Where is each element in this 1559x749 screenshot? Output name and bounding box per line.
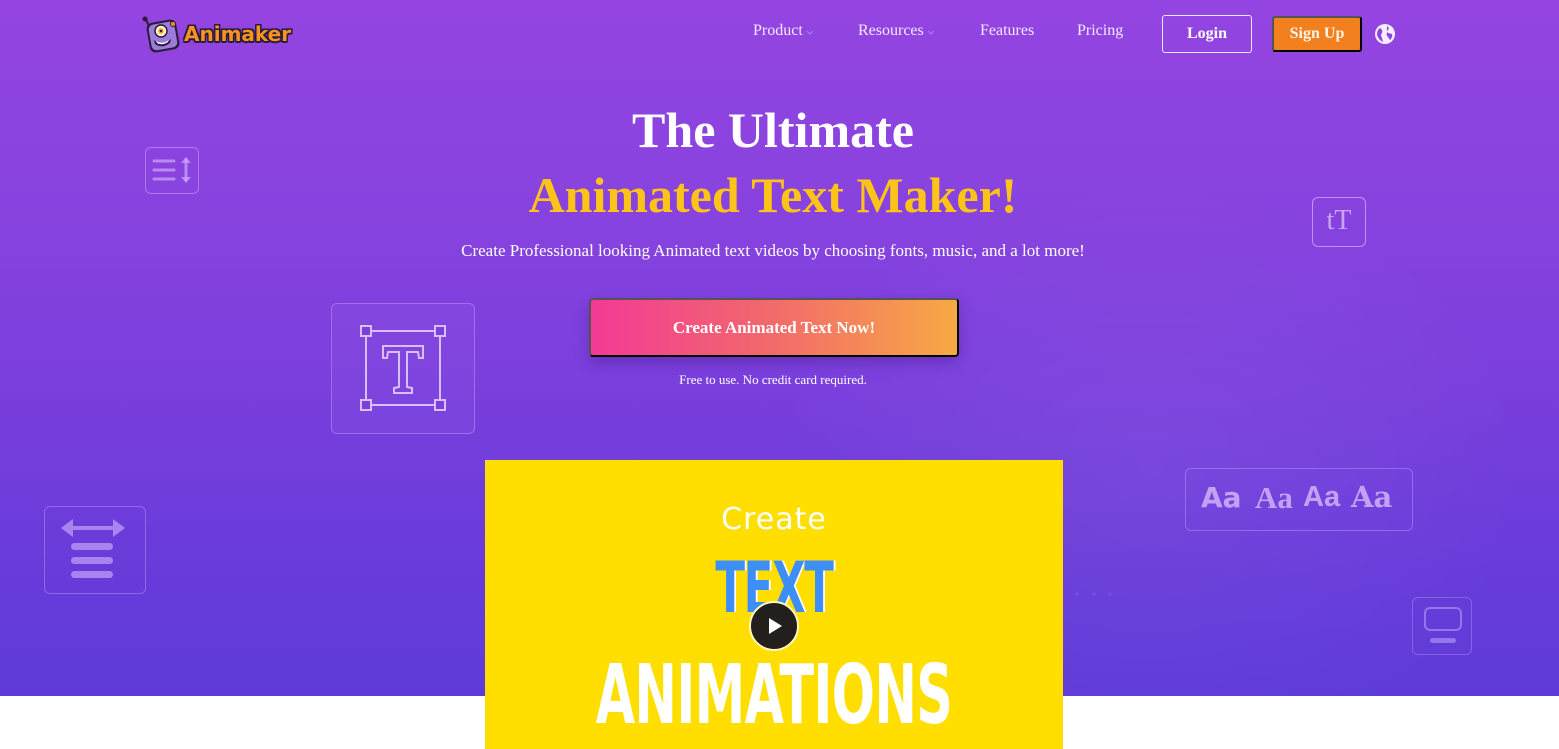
nav-features-label: Features bbox=[980, 22, 1035, 39]
play-button[interactable] bbox=[749, 601, 799, 651]
nav-resources-label: Resources bbox=[858, 22, 924, 39]
create-animated-text-button[interactable]: Create Animated Text Now! bbox=[589, 298, 959, 357]
login-button[interactable]: Login bbox=[1162, 15, 1252, 53]
video-preview[interactable]: Create TEXT ANIMATIONS bbox=[485, 460, 1063, 749]
line-spacing-icon bbox=[152, 157, 191, 183]
logo-text: Animaker bbox=[184, 22, 292, 46]
chevron-down-icon bbox=[927, 30, 935, 35]
text-width-deco bbox=[44, 506, 146, 594]
nav-product-label: Product bbox=[753, 22, 803, 39]
video-line-create: Create bbox=[721, 502, 827, 537]
nav-pricing[interactable]: Pricing bbox=[1077, 22, 1123, 40]
dots-decoration bbox=[1075, 592, 1112, 596]
cta-note: Free to use. No credit card required. bbox=[679, 372, 867, 387]
text-size-deco: tT bbox=[1312, 197, 1366, 247]
text-width-icon bbox=[61, 519, 125, 578]
play-icon bbox=[769, 618, 782, 634]
monitor-deco bbox=[1412, 597, 1472, 655]
nav-pricing-label: Pricing bbox=[1077, 22, 1124, 39]
nav-features[interactable]: Features bbox=[980, 22, 1034, 40]
hero-title-line1: The Ultimate bbox=[632, 102, 914, 158]
font-sample-3: Aa bbox=[1303, 481, 1341, 513]
globe-icon[interactable] bbox=[1374, 23, 1396, 45]
monitor-icon bbox=[1424, 607, 1462, 643]
chevron-down-icon bbox=[806, 30, 814, 35]
video-line-animations: ANIMATIONS bbox=[595, 648, 953, 743]
signup-button[interactable]: Sign Up bbox=[1272, 16, 1362, 52]
nav-product[interactable]: Product bbox=[753, 22, 814, 40]
font-sample-2: Aa bbox=[1255, 480, 1293, 515]
font-sample-1: Aa bbox=[1201, 481, 1242, 514]
animaker-logo[interactable]: Animaker bbox=[140, 14, 291, 54]
text-box-icon bbox=[360, 325, 446, 411]
font-sample-4: Aa bbox=[1351, 480, 1393, 514]
line-spacing-deco bbox=[145, 147, 199, 194]
logo-mascot-icon bbox=[142, 16, 180, 53]
nav-resources[interactable]: Resources bbox=[858, 22, 935, 40]
text-size-icon: tT bbox=[1326, 205, 1352, 236]
text-box-deco bbox=[331, 303, 475, 434]
font-samples-deco: Aa Aa Aa Aa bbox=[1185, 468, 1413, 531]
